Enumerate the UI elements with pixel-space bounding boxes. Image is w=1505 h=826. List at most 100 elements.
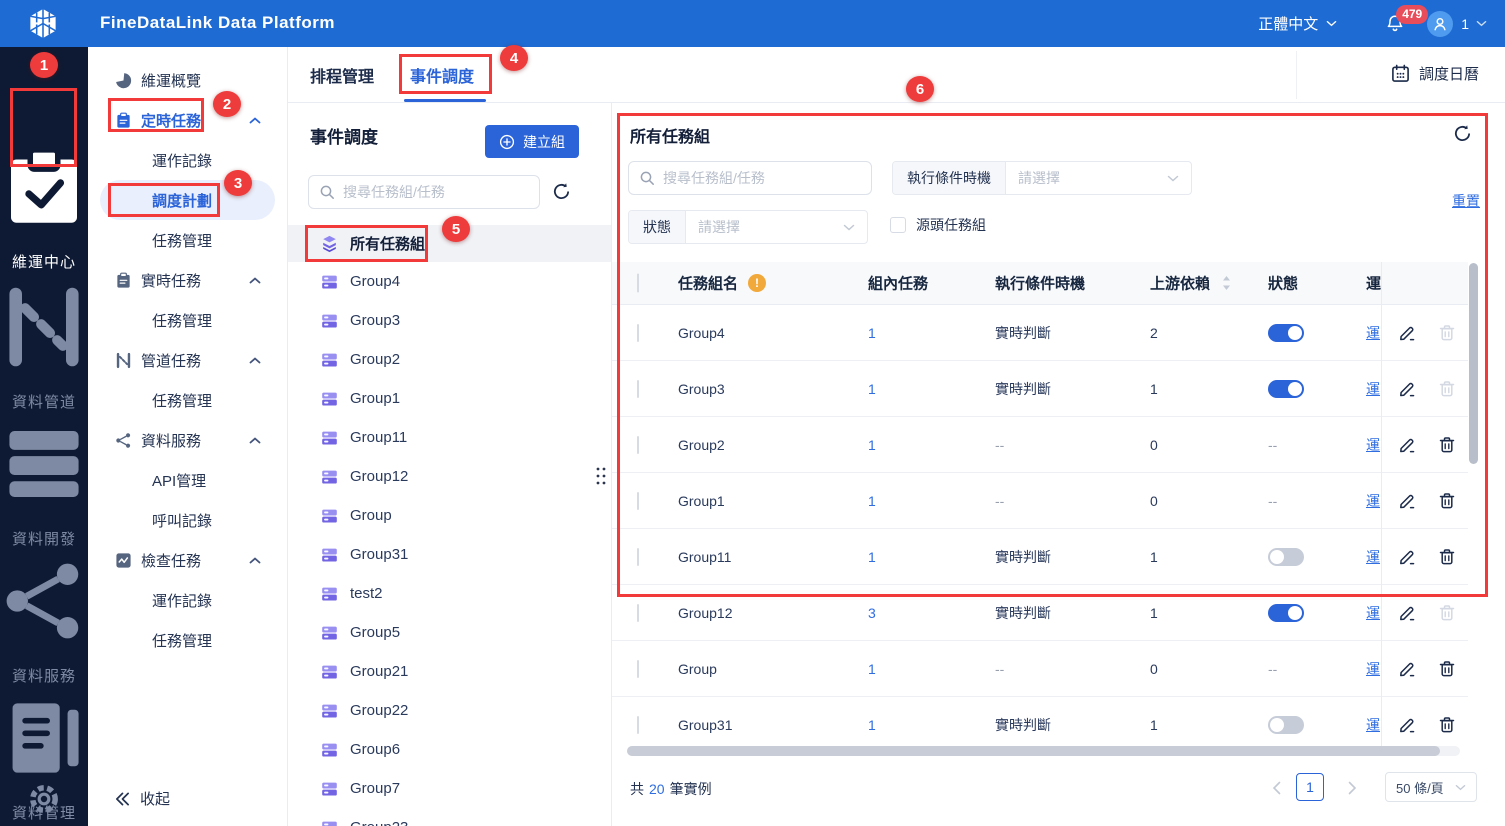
delete-icon[interactable] bbox=[1438, 716, 1456, 734]
menu-item-task-management[interactable]: 任務管理 bbox=[88, 380, 287, 420]
sidebar-item-data-development[interactable]: 資料開發 bbox=[0, 420, 88, 549]
create-group-button[interactable]: 建立組 bbox=[485, 125, 579, 158]
edit-icon[interactable] bbox=[1398, 492, 1416, 510]
row-checkbox[interactable] bbox=[637, 659, 639, 678]
run-records-link[interactable]: 運 bbox=[1366, 491, 1381, 511]
menu-item-data-service[interactable]: 資料服務 bbox=[88, 420, 287, 460]
user-avatar[interactable] bbox=[1427, 10, 1454, 37]
gear-icon[interactable] bbox=[28, 783, 60, 815]
tree-item[interactable]: Group2 bbox=[288, 340, 611, 379]
collapse-sidebar-button[interactable]: 收起 bbox=[115, 788, 170, 809]
panel-resize-handle[interactable] bbox=[595, 466, 607, 486]
tab-schedule-management[interactable]: 排程管理 bbox=[310, 63, 374, 87]
row-checkbox[interactable] bbox=[637, 491, 639, 510]
run-records-link[interactable]: 運 bbox=[1366, 547, 1381, 567]
tasks-count-link[interactable]: 1 bbox=[868, 549, 876, 565]
tasks-count-link[interactable]: 1 bbox=[868, 381, 876, 397]
tree-item[interactable]: Group bbox=[288, 496, 611, 535]
run-records-link[interactable]: 運 bbox=[1366, 379, 1381, 399]
reset-filters-link[interactable]: 重置 bbox=[1452, 191, 1480, 211]
run-records-link[interactable]: 運 bbox=[1366, 715, 1381, 735]
edit-icon[interactable] bbox=[1398, 660, 1416, 678]
tree-item[interactable]: Group12 bbox=[288, 457, 611, 496]
run-records-link[interactable]: 運 bbox=[1366, 603, 1381, 623]
tree-item[interactable]: Group1 bbox=[288, 379, 611, 418]
row-checkbox[interactable] bbox=[637, 435, 639, 454]
menu-item-inspection-tasks[interactable]: 檢查任務 bbox=[88, 540, 287, 580]
schedule-calendar-button[interactable]: 調度日曆 bbox=[1391, 63, 1479, 84]
status-toggle-off[interactable] bbox=[1268, 715, 1304, 734]
refresh-icon[interactable] bbox=[552, 182, 571, 201]
menu-item-ops-overview[interactable]: 維運概覽 bbox=[88, 60, 287, 100]
menu-item-run-records[interactable]: 運作記錄 bbox=[88, 140, 287, 180]
row-checkbox[interactable] bbox=[637, 547, 639, 566]
timing-filter-select[interactable]: 執行條件時機 請選擇 bbox=[892, 161, 1192, 195]
tree-item[interactable]: Group21 bbox=[288, 652, 611, 691]
select-all-checkbox[interactable] bbox=[637, 273, 639, 293]
tasks-count-link[interactable]: 3 bbox=[868, 605, 876, 621]
menu-item-task-management[interactable]: 任務管理 bbox=[88, 300, 287, 340]
delete-icon[interactable] bbox=[1438, 492, 1456, 510]
menu-item-run-records[interactable]: 運作記錄 bbox=[88, 580, 287, 620]
sidebar-item-data-pipeline[interactable]: 資料管道 bbox=[0, 283, 88, 412]
menu-item-task-management[interactable]: 任務管理 bbox=[88, 220, 287, 260]
menu-item-api-management[interactable]: API管理 bbox=[88, 460, 287, 500]
status-filter-select[interactable]: 狀態 請選擇 bbox=[628, 210, 868, 244]
current-page-button[interactable]: 1 bbox=[1296, 773, 1324, 801]
run-records-link[interactable]: 運 bbox=[1366, 435, 1381, 455]
tree-search-input[interactable] bbox=[343, 184, 529, 200]
status-toggle-on[interactable] bbox=[1268, 323, 1304, 342]
tab-event-scheduling[interactable]: 事件調度 bbox=[410, 63, 474, 87]
tree-item[interactable]: Group3 bbox=[288, 301, 611, 340]
run-records-link[interactable]: 運 bbox=[1366, 659, 1381, 679]
edit-icon[interactable] bbox=[1398, 324, 1416, 342]
tree-root-all-task-groups[interactable]: 所有任務組 bbox=[288, 225, 611, 262]
horizontal-scrollbar[interactable] bbox=[627, 746, 1440, 756]
menu-item-call-records[interactable]: 呼叫記錄 bbox=[88, 500, 287, 540]
previous-page-button[interactable] bbox=[1272, 781, 1281, 795]
language-selector[interactable]: 正體中文 bbox=[1258, 13, 1337, 34]
sidebar-item-data-service[interactable]: 資料服務 bbox=[0, 557, 88, 686]
menu-item-schedule-plan[interactable]: 調度計劃 bbox=[100, 180, 275, 220]
menu-item-task-management[interactable]: 任務管理 bbox=[88, 620, 287, 660]
vertical-scrollbar[interactable] bbox=[1469, 263, 1478, 464]
edit-icon[interactable] bbox=[1398, 380, 1416, 398]
row-checkbox[interactable] bbox=[637, 603, 639, 622]
tree-item[interactable]: Group6 bbox=[288, 730, 611, 769]
row-checkbox[interactable] bbox=[637, 715, 639, 734]
delete-icon[interactable] bbox=[1438, 548, 1456, 566]
tree-item[interactable]: Group4 bbox=[288, 262, 611, 301]
status-toggle-on[interactable] bbox=[1268, 379, 1304, 398]
next-page-button[interactable] bbox=[1348, 781, 1357, 795]
tree-item[interactable]: Group22 bbox=[288, 691, 611, 730]
menu-item-pipeline-tasks[interactable]: 管道任務 bbox=[88, 340, 287, 380]
tasks-count-link[interactable]: 1 bbox=[868, 325, 876, 341]
tree-item[interactable]: test2 bbox=[288, 574, 611, 613]
sort-arrows-icon[interactable] bbox=[1222, 276, 1231, 290]
tree-item[interactable]: Group31 bbox=[288, 535, 611, 574]
status-toggle-on[interactable] bbox=[1268, 603, 1304, 622]
tree-item[interactable]: Group5 bbox=[288, 613, 611, 652]
edit-icon[interactable] bbox=[1398, 548, 1416, 566]
chevron-down-icon[interactable] bbox=[1476, 20, 1487, 27]
source-group-checkbox[interactable]: 源頭任務組 bbox=[890, 215, 986, 235]
row-checkbox[interactable] bbox=[637, 323, 639, 342]
page-size-select[interactable]: 50 條/頁 bbox=[1385, 772, 1477, 802]
edit-icon[interactable] bbox=[1398, 604, 1416, 622]
delete-icon[interactable] bbox=[1438, 660, 1456, 678]
menu-item-scheduled-tasks[interactable]: 定時任務 bbox=[88, 100, 287, 140]
tree-item[interactable]: Group11 bbox=[288, 418, 611, 457]
menu-item-realtime-tasks[interactable]: 實時任務 bbox=[88, 260, 287, 300]
tasks-count-link[interactable]: 1 bbox=[868, 661, 876, 677]
delete-icon[interactable] bbox=[1438, 436, 1456, 454]
edit-icon[interactable] bbox=[1398, 716, 1416, 734]
refresh-icon[interactable] bbox=[1453, 124, 1472, 143]
tree-item[interactable]: Group23 bbox=[288, 808, 611, 826]
status-toggle-off[interactable] bbox=[1268, 547, 1304, 566]
tree-item[interactable]: Group7 bbox=[288, 769, 611, 808]
table-search-input[interactable] bbox=[663, 170, 861, 186]
edit-icon[interactable] bbox=[1398, 436, 1416, 454]
row-checkbox[interactable] bbox=[637, 379, 639, 398]
sidebar-item-ops-center[interactable]: 維運中心 bbox=[0, 143, 88, 272]
run-records-link[interactable]: 運 bbox=[1366, 323, 1381, 343]
